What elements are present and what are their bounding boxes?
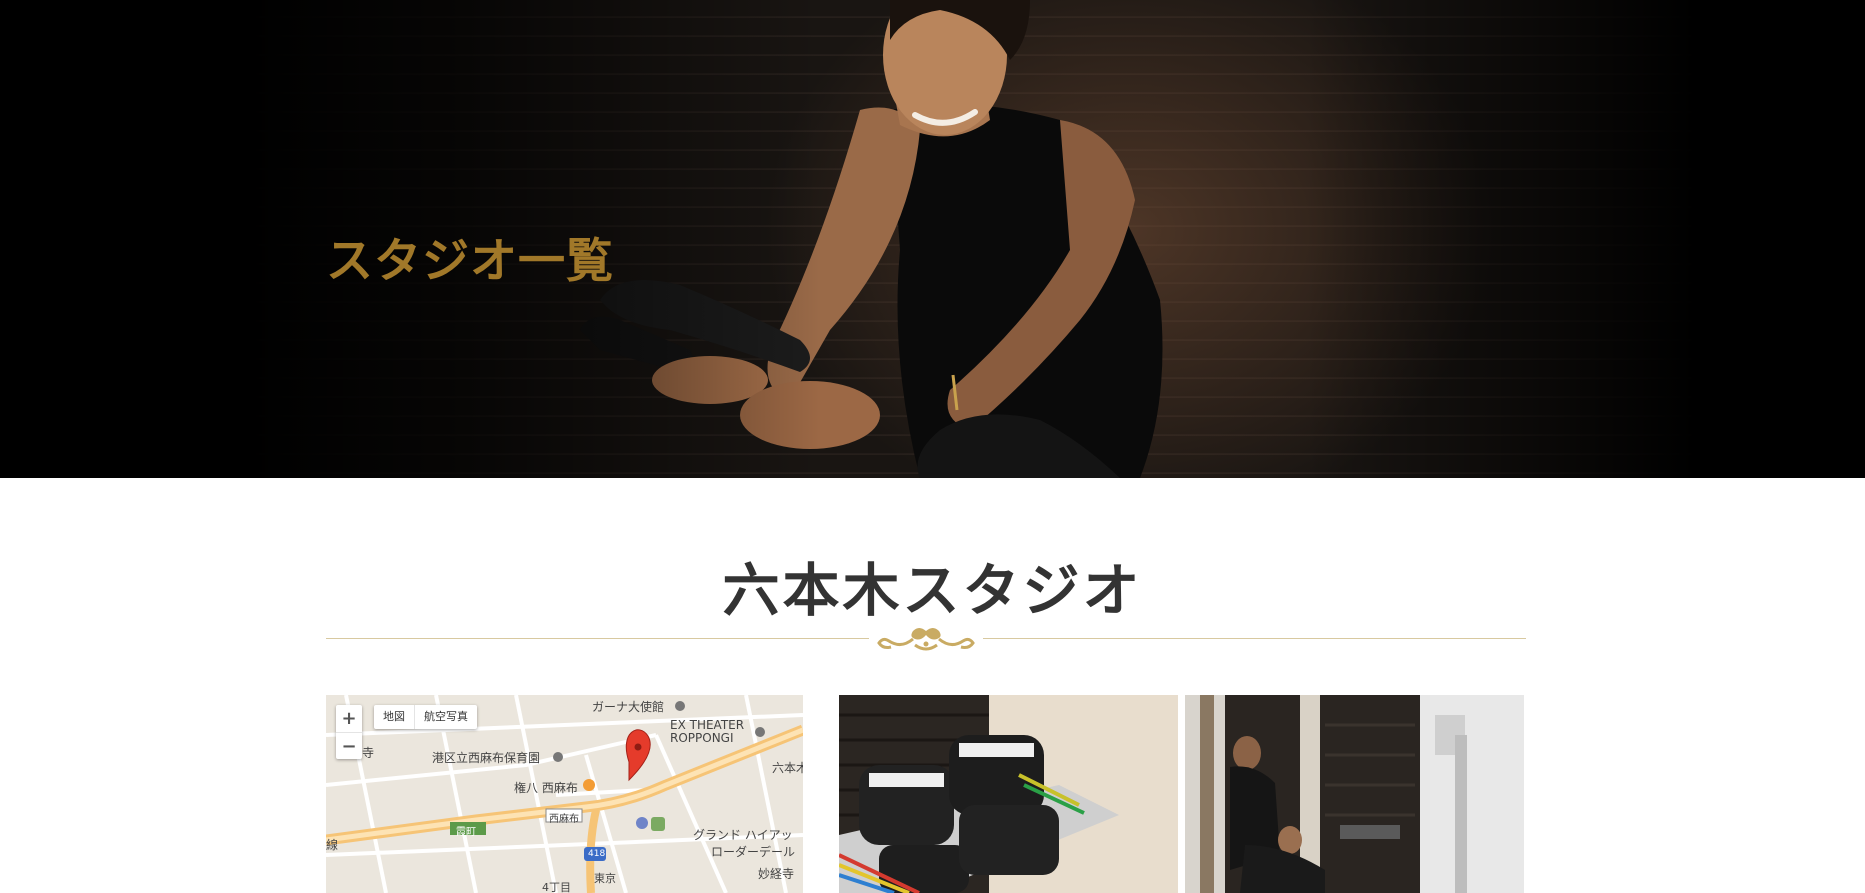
map-label: 霞町 <box>456 827 476 838</box>
zoom-in-button[interactable]: + <box>336 705 362 732</box>
map-label: ローダーデール <box>711 845 796 859</box>
map-label: 西麻布 <box>549 814 579 825</box>
flourish-icon <box>877 628 975 651</box>
map-label: 港区立西麻布保育園 <box>432 751 541 765</box>
page-title: スタジオ一覧 <box>326 234 614 289</box>
map-label: 東京 <box>594 872 616 885</box>
divider-line-right <box>983 638 1526 639</box>
map-type-toggle: 地図 航空写真 <box>374 705 477 729</box>
map-label: EX THEATER <box>670 718 745 732</box>
studio-photo-dumbbells <box>839 695 1178 893</box>
dumbbells-image <box>839 695 1178 893</box>
hero-banner: スタジオ一覧 <box>0 0 1865 478</box>
map-label: 4丁目 <box>542 881 571 893</box>
ornamental-divider <box>326 620 1526 658</box>
divider-line-left <box>326 638 869 639</box>
studio-heading: 六本木スタジオ <box>722 558 1143 624</box>
map-label: 権八 西麻布 <box>514 781 578 795</box>
map-label: 線 <box>326 838 339 852</box>
map-type-satellite-button[interactable]: 航空写真 <box>414 705 477 729</box>
map-type-map-button[interactable]: 地図 <box>374 705 414 729</box>
hero-shade-right <box>1305 0 1865 478</box>
map-label: グランド ハイアッ <box>693 828 793 842</box>
map-label: 418 <box>588 849 606 859</box>
map-label: ガーナ大使館 <box>592 700 665 714</box>
studio-map[interactable]: + − 地図 航空写真 ガーナ大使館 EX THEATER ROPPONGI 港… <box>326 695 803 893</box>
zoom-out-button[interactable]: − <box>336 732 362 760</box>
studio-photo-training <box>1185 695 1524 893</box>
map-label: 寺 <box>362 746 375 760</box>
map-label: 妙経寺 <box>758 867 795 881</box>
training-image <box>1185 695 1524 893</box>
map-label: 六本木 <box>772 761 803 775</box>
map-zoom-controls: + − <box>336 705 362 759</box>
map-label: ROPPONGI <box>670 731 734 745</box>
